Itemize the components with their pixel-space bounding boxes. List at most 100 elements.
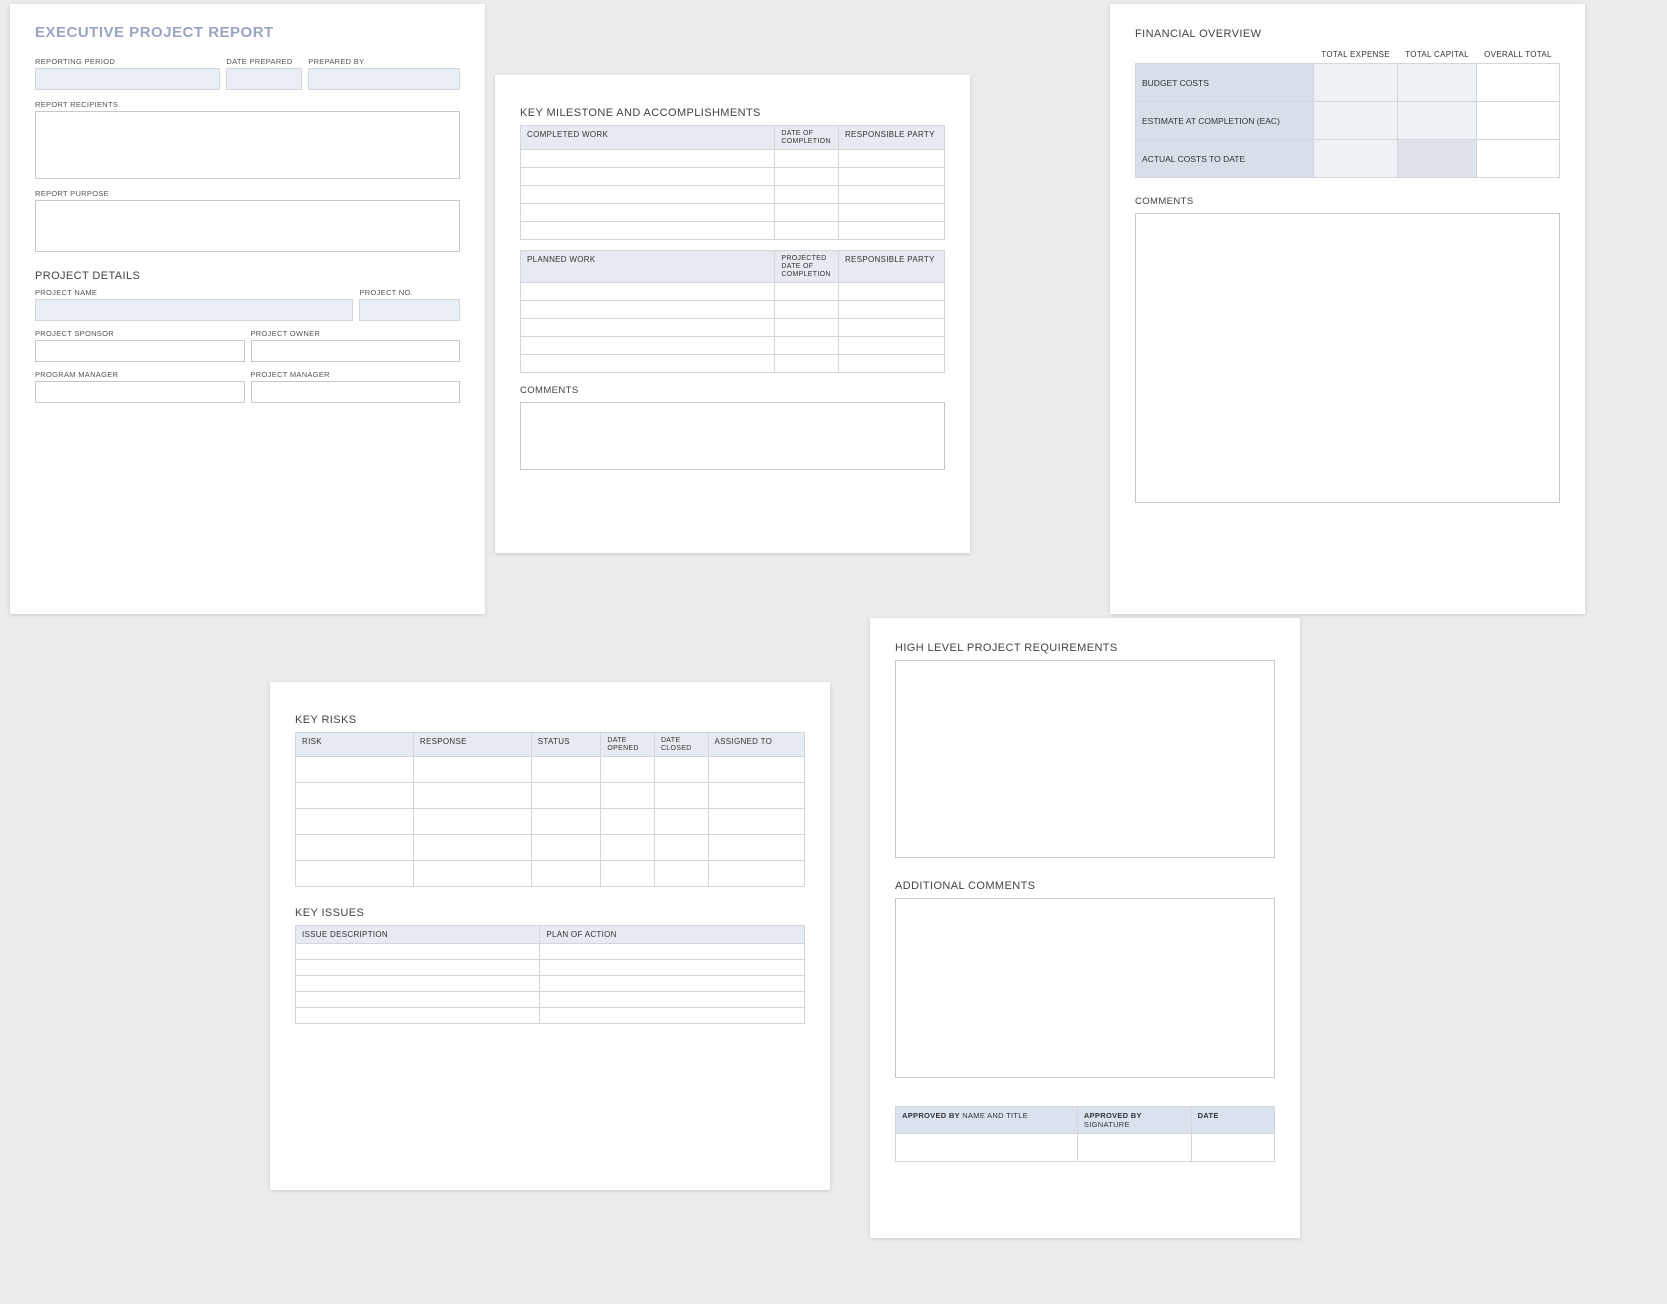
cell[interactable] [413, 809, 531, 835]
cell[interactable] [838, 337, 944, 355]
cell[interactable] [1314, 140, 1398, 178]
input-additional-comments[interactable] [895, 898, 1275, 1078]
cell[interactable] [531, 809, 601, 835]
cell[interactable] [540, 944, 805, 960]
cell[interactable] [521, 319, 775, 337]
cell[interactable] [838, 301, 944, 319]
cell[interactable] [708, 835, 804, 861]
input-project-no[interactable] [359, 299, 460, 321]
input-prepared-by[interactable] [308, 68, 460, 90]
cell[interactable] [654, 861, 708, 887]
cell[interactable] [521, 301, 775, 319]
cell[interactable] [413, 783, 531, 809]
cell[interactable] [540, 976, 805, 992]
cell[interactable] [531, 835, 601, 861]
cell[interactable] [838, 355, 944, 373]
cell[interactable] [521, 283, 775, 301]
cell[interactable] [708, 757, 804, 783]
cell[interactable] [775, 301, 839, 319]
cell[interactable] [296, 976, 540, 992]
th-total-expense: TOTAL EXPENSE [1314, 46, 1398, 64]
cell[interactable] [654, 783, 708, 809]
cell[interactable] [540, 1008, 805, 1024]
cell[interactable] [413, 757, 531, 783]
input-report-purpose[interactable] [35, 200, 460, 252]
input-project-name[interactable] [35, 299, 353, 321]
cell[interactable] [838, 319, 944, 337]
cell[interactable] [296, 861, 414, 887]
cell[interactable] [601, 783, 655, 809]
input-project-sponsor[interactable] [35, 340, 245, 362]
table-planned-work: PLANNED WORK PROJECTED DATE OF COMPLETIO… [520, 250, 945, 373]
cell[interactable] [521, 150, 775, 168]
cell[interactable] [296, 809, 414, 835]
cell[interactable] [413, 835, 531, 861]
cell[interactable] [775, 204, 839, 222]
cell[interactable] [413, 861, 531, 887]
cell[interactable] [521, 186, 775, 204]
input-report-recipients[interactable] [35, 111, 460, 179]
input-date-prepared[interactable] [226, 68, 302, 90]
cell[interactable] [1314, 102, 1398, 140]
cell[interactable] [521, 168, 775, 186]
cell[interactable] [775, 186, 839, 204]
cell[interactable] [838, 283, 944, 301]
cell[interactable] [708, 783, 804, 809]
cell[interactable] [601, 835, 655, 861]
cell[interactable] [1476, 140, 1559, 178]
cell[interactable] [296, 835, 414, 861]
cell[interactable] [531, 861, 601, 887]
input-requirements[interactable] [895, 660, 1275, 858]
cell[interactable] [296, 783, 414, 809]
cell[interactable] [296, 757, 414, 783]
cell[interactable] [708, 809, 804, 835]
cell[interactable] [601, 757, 655, 783]
cell[interactable] [1476, 64, 1559, 102]
cell[interactable] [296, 992, 540, 1008]
cell[interactable] [521, 355, 775, 373]
cell[interactable] [838, 222, 944, 240]
cell[interactable] [531, 783, 601, 809]
cell[interactable] [540, 960, 805, 976]
cell[interactable] [521, 204, 775, 222]
cell[interactable] [296, 944, 540, 960]
cell[interactable] [775, 283, 839, 301]
input-project-manager[interactable] [251, 381, 461, 403]
cell[interactable] [1476, 102, 1559, 140]
cell[interactable] [601, 809, 655, 835]
cell[interactable] [296, 1008, 540, 1024]
cell[interactable] [838, 150, 944, 168]
cell[interactable] [838, 186, 944, 204]
cell[interactable] [775, 168, 839, 186]
cell[interactable] [1398, 140, 1477, 178]
cell[interactable] [540, 992, 805, 1008]
cell[interactable] [601, 861, 655, 887]
input-approved-name[interactable] [896, 1134, 1078, 1162]
input-program-manager[interactable] [35, 381, 245, 403]
cell[interactable] [1314, 64, 1398, 102]
cell[interactable] [838, 204, 944, 222]
cell[interactable] [654, 835, 708, 861]
cell[interactable] [708, 861, 804, 887]
cell[interactable] [1398, 102, 1477, 140]
cell[interactable] [654, 809, 708, 835]
input-reporting-period[interactable] [35, 68, 220, 90]
cell[interactable] [1398, 64, 1477, 102]
cell[interactable] [775, 319, 839, 337]
cell[interactable] [775, 222, 839, 240]
input-project-owner[interactable] [251, 340, 461, 362]
input-comments-2[interactable] [520, 402, 945, 470]
cell[interactable] [775, 337, 839, 355]
cell[interactable] [838, 168, 944, 186]
input-approved-date[interactable] [1191, 1134, 1274, 1162]
cell[interactable] [775, 355, 839, 373]
input-comments-3[interactable] [1135, 213, 1560, 503]
cell[interactable] [521, 222, 775, 240]
cell[interactable] [521, 337, 775, 355]
cell[interactable] [775, 150, 839, 168]
cell[interactable] [531, 757, 601, 783]
input-approved-signature[interactable] [1077, 1134, 1191, 1162]
cell[interactable] [296, 960, 540, 976]
th-projected-date: PROJECTED DATE OF COMPLETION [775, 251, 839, 283]
cell[interactable] [654, 757, 708, 783]
